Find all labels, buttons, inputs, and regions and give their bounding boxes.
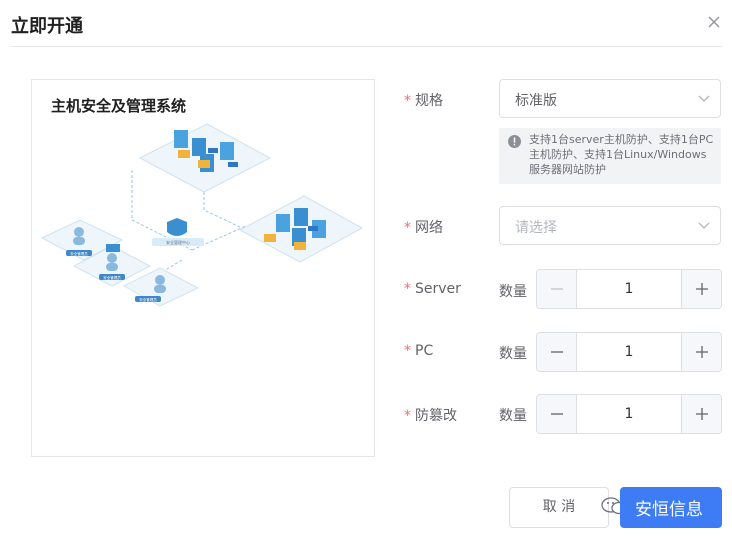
diagram-label-center: 安全管理中心 xyxy=(166,239,190,245)
pc-decrement-button[interactable] xyxy=(537,333,577,371)
plus-icon xyxy=(696,283,708,295)
tamper-label-text: 防篡改 xyxy=(415,408,457,424)
tamper-decrement-button[interactable] xyxy=(537,395,577,433)
server-label: * Server xyxy=(404,281,461,297)
pc-quantity-stepper: 1 xyxy=(536,332,722,372)
tamper-increment-button[interactable] xyxy=(681,395,721,433)
tamper-quantity-input[interactable]: 1 xyxy=(578,395,680,433)
pc-increment-button[interactable] xyxy=(681,333,721,371)
minus-icon xyxy=(551,413,563,415)
server-decrement-button[interactable] xyxy=(537,270,577,308)
pc-qty-label: 数量 xyxy=(499,346,527,362)
diagram-label-admin-1: 安全管理员 xyxy=(70,251,88,256)
server-cluster-right xyxy=(238,195,364,263)
network-label: * 网络 xyxy=(404,217,443,237)
required-mark: * xyxy=(404,343,411,359)
minus-icon xyxy=(551,288,563,290)
server-cluster-top xyxy=(138,123,272,193)
tamper-label: * 防篡改 xyxy=(404,405,457,425)
system-diagram: 安全管理中心 安全管理员 安全管理员 安全管理员 xyxy=(40,123,364,307)
server-quantity-input[interactable]: 1 xyxy=(578,270,680,308)
minus-icon xyxy=(551,351,563,353)
required-mark: * xyxy=(404,93,411,109)
plus-icon xyxy=(696,346,708,358)
spec-select-value: 标准版 xyxy=(515,93,557,109)
header-divider xyxy=(10,46,722,47)
network-select[interactable]: 请选择 xyxy=(499,206,721,245)
pc-label-text: PC xyxy=(415,343,434,359)
confirm-button[interactable]: 安恒信息 xyxy=(620,487,722,528)
pc-quantity-input[interactable]: 1 xyxy=(578,333,680,371)
spec-label-text: 规格 xyxy=(415,93,443,109)
cancel-button[interactable]: 取 消 xyxy=(509,487,609,528)
spec-label: * 规格 xyxy=(404,90,443,110)
chevron-down-icon xyxy=(698,222,710,229)
preview-panel: 主机安全及管理系统 安全管理中心 安全管理员 安全管理员 安全管理员 xyxy=(31,79,375,457)
info-icon xyxy=(508,135,521,148)
network-select-placeholder: 请选择 xyxy=(515,220,557,236)
server-label-text: Server xyxy=(415,281,461,297)
required-mark: * xyxy=(404,408,411,424)
close-icon[interactable] xyxy=(705,13,723,31)
diagram-label-admin-2: 安全管理员 xyxy=(103,275,121,280)
diagram-label-admin-3: 安全管理员 xyxy=(139,297,157,302)
required-mark: * xyxy=(404,281,411,297)
server-increment-button[interactable] xyxy=(681,270,721,308)
server-quantity-stepper: 1 xyxy=(536,269,722,309)
tamper-quantity-stepper: 1 xyxy=(536,394,722,434)
dialog: 立即开通 主机安全及管理系统 安全管理中心 安全管理员 安全管理员 安全管理员 … xyxy=(0,0,732,538)
dialog-title: 立即开通 xyxy=(11,16,83,37)
server-qty-label: 数量 xyxy=(499,284,527,300)
tamper-qty-label: 数量 xyxy=(499,408,527,424)
spec-tip-text: 支持1台server主机防护、支持1台PC主机防护、支持1台Linux/Wind… xyxy=(529,133,714,176)
chevron-down-icon xyxy=(698,95,710,102)
network-label-text: 网络 xyxy=(415,220,443,236)
spec-tip: 支持1台server主机防护、支持1台PC主机防护、支持1台Linux/Wind… xyxy=(499,128,721,184)
spec-select[interactable]: 标准版 xyxy=(499,79,721,118)
required-mark: * xyxy=(404,220,411,236)
pc-label: * PC xyxy=(404,343,433,359)
plus-icon xyxy=(696,408,708,420)
confirm-button-label: 安恒信息 xyxy=(635,500,703,520)
